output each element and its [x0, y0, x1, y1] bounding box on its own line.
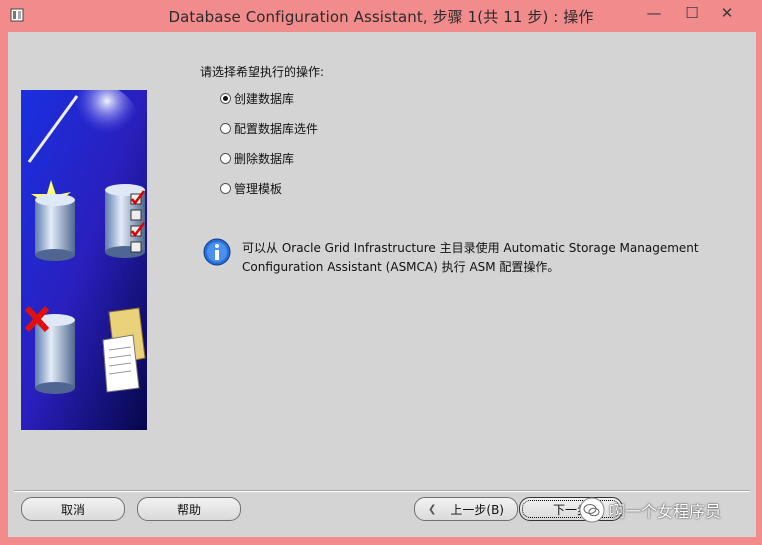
option-label: 配置数据库选件	[234, 122, 319, 136]
wechat-icon	[579, 497, 605, 523]
back-button-label: 上一步(B)	[450, 502, 504, 517]
option-label: 创建数据库	[234, 92, 295, 106]
option-delete-database[interactable]: 删除数据库	[220, 150, 294, 167]
asmca-info-message: 可以从 Oracle Grid Infrastructure 主目录使用 Aut…	[242, 241, 699, 274]
back-button[interactable]: ❮ 上一步(B)	[414, 497, 518, 521]
close-button[interactable]: ✕	[704, 0, 750, 26]
help-button[interactable]: 帮助	[137, 497, 241, 521]
radio-button[interactable]	[220, 183, 231, 194]
radio-button[interactable]	[220, 153, 231, 164]
watermark-text: 啊一个女程序员	[609, 502, 722, 521]
title-bar[interactable]: Database Configuration Assistant, 步骤 1(共…	[0, 0, 762, 32]
option-label: 删除数据库	[234, 152, 295, 166]
radio-button[interactable]	[220, 123, 231, 134]
option-label: 管理模板	[234, 182, 283, 196]
footer-divider	[14, 490, 750, 492]
cancel-button[interactable]: 取消	[21, 497, 125, 521]
wizard-illustration	[21, 90, 147, 430]
radio-button[interactable]	[220, 93, 231, 104]
option-create-database[interactable]: 创建数据库	[220, 90, 294, 107]
chevron-left-icon: ❮	[428, 503, 437, 515]
dca-window: Database Configuration Assistant, 步骤 1(共…	[0, 0, 762, 545]
watermark: 啊一个女程序员	[579, 496, 721, 524]
client-area: 请选择希望执行的操作: 创建数据库 配置数据库选件 删除数据库 管理模板 可以从…	[8, 32, 756, 537]
info-icon	[203, 238, 231, 266]
option-configure-options[interactable]: 配置数据库选件	[220, 120, 318, 137]
option-manage-templates[interactable]: 管理模板	[220, 180, 282, 197]
operation-prompt: 请选择希望执行的操作:	[200, 65, 325, 79]
